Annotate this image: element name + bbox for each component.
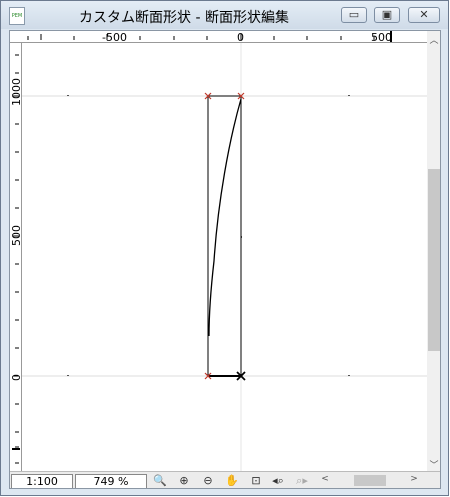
top-ruler (10, 31, 427, 43)
vertical-scrollbar[interactable]: ︿ ﹀ (427, 31, 440, 471)
zoom-fit-icon[interactable]: ⊡ (246, 473, 266, 488)
close-icon: ✕ (419, 8, 429, 21)
scroll-up-icon[interactable]: ︿ (427, 33, 440, 46)
status-bar: 1:100 749 % 🔍 ⊕ ⊖ ✋ ⊡ ◂⌕ ⌕▸ < > (10, 471, 440, 488)
vertical-scroll-thumb[interactable] (428, 169, 440, 351)
app-file-icon: PEM (9, 7, 25, 25)
maximize-button[interactable]: ▣ (374, 7, 400, 23)
zoom-in-icon[interactable]: ⊕ (174, 473, 194, 488)
minimize-button[interactable]: ▭ (341, 7, 367, 23)
left-ruler-label-500: 500 (10, 225, 23, 246)
resize-grip-icon[interactable] (421, 472, 440, 488)
close-button[interactable]: ✕ (408, 7, 440, 23)
zoom-display[interactable]: 749 % (75, 474, 147, 488)
zoom-pan-icon[interactable]: 🔍 (150, 473, 170, 488)
zoom-next-icon: ⌕▸ (296, 474, 308, 487)
scale-display[interactable]: 1:100 (11, 474, 73, 488)
minimize-icon: ▭ (348, 8, 360, 21)
scroll-right-icon[interactable]: > (407, 474, 421, 484)
drawing-area: -500 0 500 1000 500 0 ︿ ﹀ 1:100 749 % 🔍 … (9, 30, 441, 489)
zoom-out-icon[interactable]: ⊖ (198, 473, 218, 488)
top-ruler-label-500: 500 (371, 31, 392, 44)
profile-curve[interactable] (208, 98, 242, 337)
left-ruler-label-0: 0 (10, 374, 23, 381)
window-title: カスタム断面形状 - 断面形状編集 (79, 10, 289, 26)
left-ruler (10, 43, 22, 471)
zoom-previous-icon[interactable]: ◂⌕ (268, 473, 288, 488)
profile-canvas[interactable]: -500 0 500 1000 500 0 (10, 31, 427, 471)
left-ruler-label-1000: 1000 (10, 78, 23, 106)
top-ruler-label-neg500: -500 (102, 31, 127, 44)
hand-pan-icon[interactable]: ✋ (222, 473, 242, 488)
top-ruler-label-0: 0 (237, 31, 244, 44)
title-bar[interactable]: PEM カスタム断面形状 - 断面形状編集 ▭ ▣ ✕ (1, 1, 448, 29)
maximize-icon: ▣ (381, 8, 393, 21)
horizontal-scroll-thumb[interactable] (354, 475, 386, 486)
scroll-down-icon[interactable]: ﹀ (427, 458, 440, 471)
scroll-left-icon[interactable]: < (318, 474, 332, 484)
editor-window: PEM カスタム断面形状 - 断面形状編集 ▭ ▣ ✕ -500 0 500 1… (0, 0, 449, 496)
horizontal-scrollbar[interactable]: < > (318, 473, 421, 488)
profile-outline[interactable] (207, 95, 242, 377)
